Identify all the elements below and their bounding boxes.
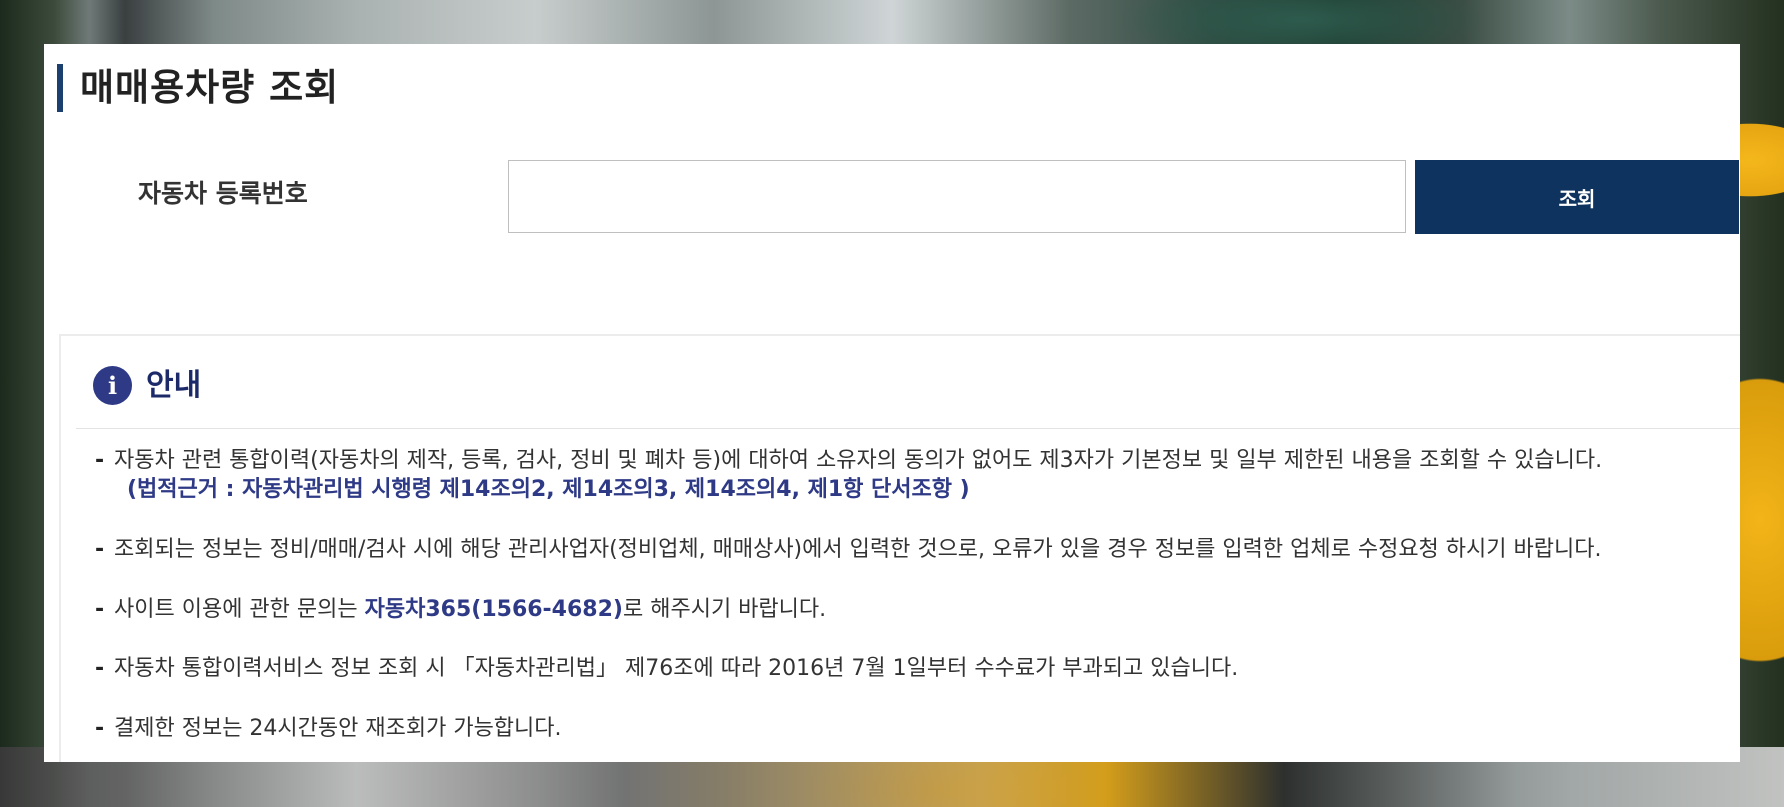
notice-item: - 조회되는 정보는 정비/매매/검사 시에 해당 관리사업자(정비업체, 매매상… bbox=[95, 535, 1601, 565]
notice-text: 자동차 관련 통합이력(자동차의 제작, 등록, 검사, 정비 및 폐차 등)에… bbox=[114, 448, 1603, 473]
bullet-dash: - bbox=[95, 716, 105, 741]
bullet-dash: - bbox=[95, 537, 105, 562]
notice-item: - 사이트 이용에 관한 문의는 자동차365(1566-4682)로 해주시기 … bbox=[95, 595, 826, 625]
notice-text: 자동차 통합이력서비스 정보 조회 시 「자동차관리법」 제76조에 따라 20… bbox=[114, 656, 1239, 681]
contact-phone-highlight: 자동차365(1566-4682) bbox=[364, 597, 623, 622]
legal-basis-note: (법적근거 : 자동차관리법 시행령 제14조의2, 제14조의3, 제14조의… bbox=[127, 477, 970, 502]
notice-item: - 자동차 관련 통합이력(자동차의 제작, 등록, 검사, 정비 및 폐차 등)… bbox=[95, 446, 1602, 476]
notice-divider bbox=[76, 428, 1740, 429]
notice-text: 조회되는 정보는 정비/매매/검사 시에 해당 관리사업자(정비업체, 매매상사… bbox=[114, 537, 1602, 562]
registration-number-input[interactable] bbox=[508, 160, 1406, 233]
registration-number-label: 자동차 등록번호 bbox=[138, 179, 308, 208]
notice-item: - 자동차 통합이력서비스 정보 조회 시 「자동차관리법」 제76조에 따라 2… bbox=[95, 654, 1238, 684]
title-accent-bar bbox=[57, 64, 63, 112]
notice-text: 로 해주시기 바랍니다. bbox=[622, 597, 827, 622]
notice-title: 안내 bbox=[146, 368, 202, 403]
search-button[interactable]: 조회 bbox=[1415, 160, 1739, 234]
notice-text: 사이트 이용에 관한 문의는 bbox=[114, 597, 365, 622]
bullet-dash: - bbox=[95, 656, 105, 681]
page-title: 매매용차량 조회 bbox=[80, 66, 340, 109]
notice-item: - 결제한 정보는 24시간동안 재조회가 가능합니다. bbox=[95, 714, 562, 744]
notice-text: 결제한 정보는 24시간동안 재조회가 가능합니다. bbox=[114, 716, 562, 741]
bullet-dash: - bbox=[95, 448, 105, 473]
info-icon: i bbox=[93, 366, 132, 405]
bullet-dash: - bbox=[95, 597, 105, 622]
